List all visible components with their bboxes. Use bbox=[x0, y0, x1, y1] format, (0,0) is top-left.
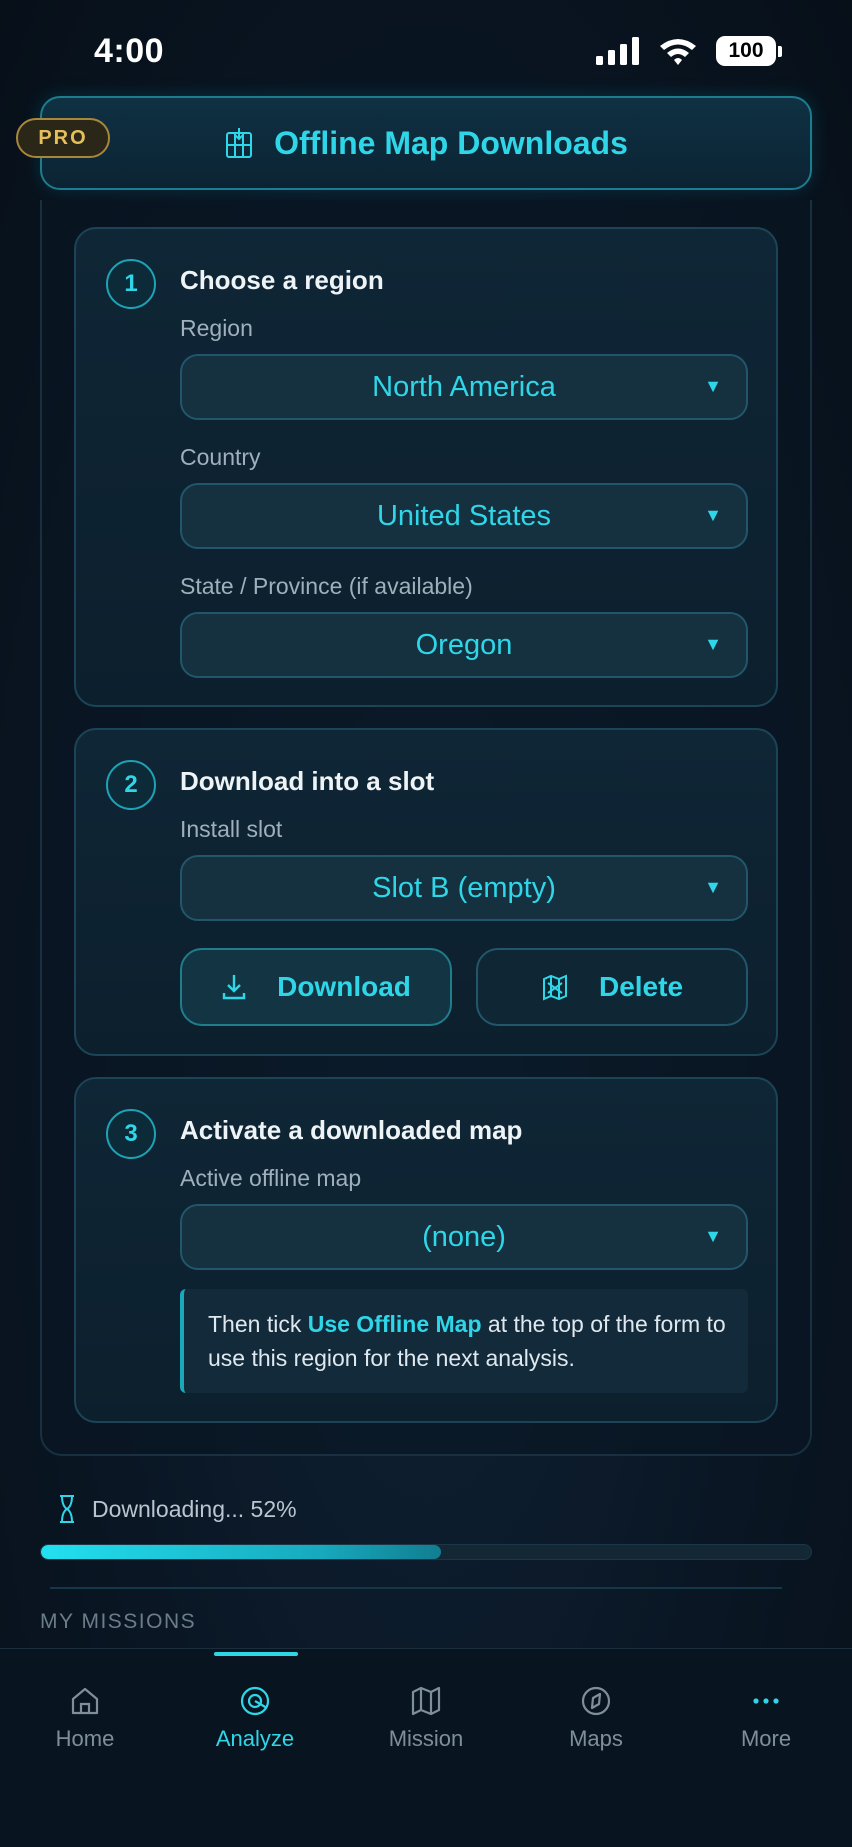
download-button-label: Download bbox=[277, 971, 411, 1002]
download-progress-status: Downloading... 52% bbox=[56, 1494, 297, 1524]
tab-analyze[interactable]: Analyze bbox=[185, 1684, 325, 1774]
status-icons: 100 bbox=[596, 36, 782, 66]
signal-icon bbox=[596, 37, 639, 65]
slot-select[interactable]: Slot B (empty) ▼ bbox=[180, 855, 748, 921]
country-select-value: United States bbox=[376, 499, 552, 532]
caret-down-icon: ▼ bbox=[704, 1226, 722, 1246]
page-title: Offline Map Downloads bbox=[274, 124, 628, 161]
step-title: Activate a downloaded map bbox=[180, 1115, 523, 1145]
caret-down-icon: ▼ bbox=[704, 376, 722, 396]
delete-button[interactable]: Delete bbox=[476, 948, 748, 1026]
step-card-activate-map: 3 Activate a downloaded map Active offli… bbox=[74, 1077, 778, 1423]
section-label-missions: MY MISSIONS bbox=[40, 1610, 197, 1633]
country-select[interactable]: United States ▼ bbox=[180, 483, 748, 549]
country-label: Country bbox=[180, 444, 261, 470]
active-tab-indicator bbox=[214, 1652, 298, 1656]
active-map-select[interactable]: (none) ▼ bbox=[180, 1204, 748, 1270]
step-card-download-slot: 2 Download into a slot Install slot Slot… bbox=[74, 728, 778, 1056]
region-select-value: North America bbox=[372, 370, 556, 403]
offline-map-hint: Then tick Use Offline Map at the top of … bbox=[180, 1289, 748, 1393]
tab-home[interactable]: Home bbox=[15, 1684, 155, 1774]
state-select-value: Oregon bbox=[415, 628, 513, 661]
tab-label: Home bbox=[55, 1726, 115, 1751]
progress-fill bbox=[41, 1545, 442, 1559]
tab-label: More bbox=[740, 1726, 792, 1751]
wifi-icon bbox=[660, 39, 696, 65]
divider bbox=[50, 1587, 782, 1589]
header-bar: Offline Map Downloads bbox=[40, 96, 812, 190]
caret-down-icon: ▼ bbox=[704, 505, 722, 525]
download-icon bbox=[222, 975, 246, 1000]
tab-label: Mission bbox=[388, 1726, 464, 1751]
status-time: 4:00 bbox=[94, 32, 165, 70]
delete-button-label: Delete bbox=[598, 971, 684, 1002]
tab-maps[interactable]: Maps bbox=[526, 1684, 666, 1774]
state-label: State / Province (if available) bbox=[180, 573, 473, 599]
home-icon bbox=[71, 1687, 99, 1715]
slot-select-value: Slot B (empty) bbox=[372, 871, 556, 904]
progress-text: Downloading... 52% bbox=[92, 1495, 297, 1522]
step-number-badge: 3 bbox=[106, 1109, 156, 1159]
battery-indicator: 100 bbox=[716, 36, 782, 66]
tab-mission[interactable]: Mission bbox=[356, 1684, 496, 1774]
active-map-select-value: (none) bbox=[422, 1220, 506, 1253]
state-select[interactable]: Oregon ▼ bbox=[180, 612, 748, 678]
hint-highlight: Use Offline Map bbox=[307, 1311, 482, 1337]
download-map-icon bbox=[226, 128, 253, 158]
tab-label: Analyze bbox=[215, 1726, 295, 1751]
caret-down-icon: ▼ bbox=[704, 877, 722, 897]
active-map-label: Active offline map bbox=[180, 1165, 362, 1191]
step-number-badge: 1 bbox=[106, 259, 156, 309]
slot-label: Install slot bbox=[180, 816, 283, 842]
delete-map-icon bbox=[542, 974, 567, 1001]
more-icon bbox=[753, 1698, 779, 1704]
region-label: Region bbox=[180, 315, 253, 341]
analyze-icon bbox=[240, 1686, 270, 1716]
compass-icon bbox=[581, 1686, 611, 1716]
map-icon bbox=[411, 1686, 441, 1716]
caret-down-icon: ▼ bbox=[704, 634, 722, 654]
tab-more[interactable]: More bbox=[696, 1684, 836, 1774]
pro-badge: PRO bbox=[16, 118, 110, 158]
battery-level: 100 bbox=[716, 36, 776, 66]
hourglass-icon bbox=[60, 1495, 74, 1523]
download-progress-bar bbox=[40, 1544, 812, 1560]
status-bar: 4:00 100 bbox=[0, 0, 852, 100]
step-title: Choose a region bbox=[180, 265, 384, 295]
step-number-badge: 2 bbox=[106, 760, 156, 810]
step-card-choose-region: 1 Choose a region Region North America ▼… bbox=[74, 227, 778, 707]
tab-label: Maps bbox=[569, 1726, 623, 1751]
step-title: Download into a slot bbox=[180, 766, 435, 796]
hint-prefix: Then tick bbox=[208, 1311, 308, 1337]
region-select[interactable]: North America ▼ bbox=[180, 354, 748, 420]
download-button[interactable]: Download bbox=[180, 948, 452, 1026]
